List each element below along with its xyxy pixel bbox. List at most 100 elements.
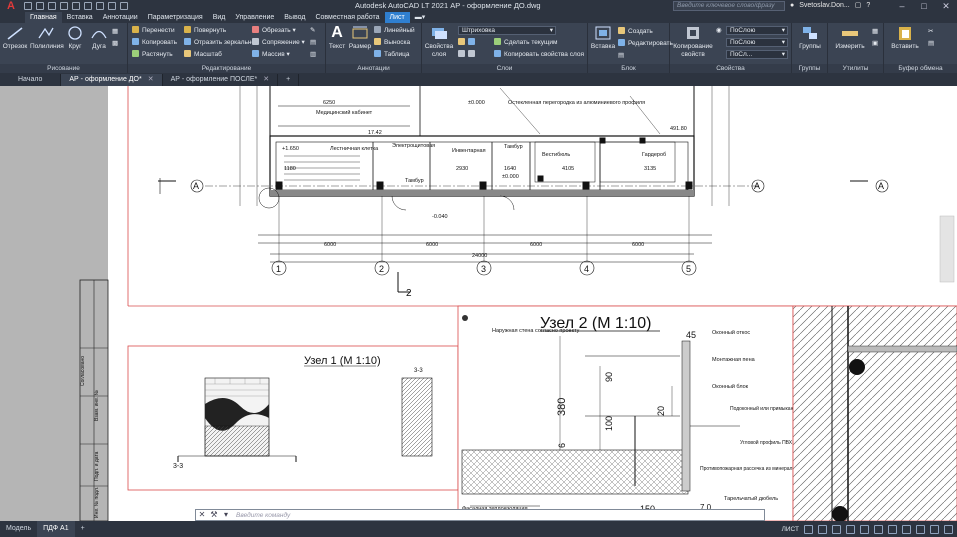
tab-start[interactable]: Начало bbox=[0, 74, 62, 86]
layer-freeze-icon[interactable] bbox=[458, 38, 465, 45]
new-tab-button[interactable]: + bbox=[278, 74, 300, 86]
lineweight-dropdown[interactable]: ПоСл... ▾ bbox=[726, 50, 788, 59]
save-as-icon[interactable] bbox=[60, 2, 68, 10]
annotation-scale-icon[interactable] bbox=[888, 524, 897, 534]
draw-more-icon[interactable]: ▦ bbox=[112, 27, 118, 36]
clipboard-group-title[interactable]: Буфер обмена bbox=[884, 64, 957, 73]
polar-icon[interactable] bbox=[846, 524, 855, 534]
tab-home[interactable]: Главная bbox=[25, 12, 62, 23]
snap-icon[interactable] bbox=[818, 524, 827, 534]
save-icon[interactable] bbox=[48, 2, 56, 10]
polyline-button[interactable]: Полилиния bbox=[30, 25, 64, 51]
undo-icon[interactable] bbox=[96, 2, 104, 10]
group-button[interactable]: Группы bbox=[794, 25, 826, 51]
copy-button[interactable]: Копировать bbox=[132, 38, 177, 47]
open-file-icon[interactable] bbox=[36, 2, 44, 10]
lineweight-icon[interactable] bbox=[874, 524, 883, 534]
create-block-button[interactable]: Создать bbox=[618, 27, 653, 36]
linetype-dropdown[interactable]: ПоСлою ▾ bbox=[726, 38, 788, 47]
redo-icon[interactable] bbox=[108, 2, 116, 10]
add-layout-button[interactable]: + bbox=[75, 521, 91, 537]
layout-mode-label[interactable]: ЛИСТ bbox=[782, 526, 799, 533]
tab-annotate[interactable]: Аннотации bbox=[98, 12, 143, 23]
command-line[interactable]: ✕ ⚒ ▾ Введите команду bbox=[195, 509, 765, 521]
dimension-button[interactable]: Размер bbox=[348, 25, 372, 51]
cloud-icon[interactable] bbox=[72, 2, 80, 10]
paste-button[interactable]: Вставить bbox=[888, 25, 922, 51]
fillet-button[interactable]: Сопряжение ▾ bbox=[252, 38, 305, 47]
move-button[interactable]: Перенести bbox=[132, 26, 175, 35]
cart-icon[interactable]: ▢ bbox=[855, 0, 862, 12]
line-button[interactable]: Отрезок bbox=[2, 25, 28, 51]
offset-icon[interactable]: ▥ bbox=[310, 50, 316, 59]
osnap-icon[interactable] bbox=[860, 524, 869, 534]
modify-group-title[interactable]: Редактирование bbox=[128, 64, 325, 73]
node3-detail[interactable] bbox=[792, 305, 957, 521]
rotate-button[interactable]: Повернуть bbox=[184, 26, 226, 35]
array-button[interactable]: Массив ▾ bbox=[252, 50, 290, 59]
match-layer-button[interactable]: Копировать свойства слоя bbox=[494, 50, 584, 59]
hatch-icon[interactable]: ▩ bbox=[112, 39, 118, 48]
calculator-icon[interactable]: ▦ bbox=[872, 27, 878, 36]
user-menu[interactable]: ● Svetoslav.Don... ▢ ? bbox=[790, 0, 870, 12]
help-icon[interactable]: ? bbox=[866, 0, 870, 12]
layer-isolate-icon[interactable] bbox=[468, 50, 475, 57]
drawing-canvas[interactable]: Согласовано Взам. инв. № Подп. и дата Ин… bbox=[0, 86, 957, 521]
close-icon[interactable]: ✕ bbox=[196, 510, 208, 520]
copy-clip-icon[interactable]: ▤ bbox=[928, 39, 934, 48]
arc-button[interactable]: Дуга bbox=[88, 25, 110, 51]
layer-off-icon[interactable] bbox=[458, 50, 465, 57]
isolate-icon[interactable] bbox=[916, 524, 925, 534]
wrench-icon[interactable]: ⚒ bbox=[208, 510, 220, 520]
close-tab-icon[interactable]: ✕ bbox=[263, 76, 269, 83]
tab-output[interactable]: Вывод bbox=[279, 12, 310, 23]
close-tab-icon[interactable]: ✕ bbox=[148, 76, 154, 83]
tab-insert[interactable]: Вставка bbox=[62, 12, 98, 23]
vertical-scrollbar[interactable] bbox=[939, 215, 955, 283]
floor-plan[interactable] bbox=[158, 86, 868, 293]
user-name[interactable]: Svetoslav.Don... bbox=[799, 0, 849, 12]
minimize-icon[interactable]: – bbox=[891, 0, 913, 12]
tab-manage[interactable]: Управление bbox=[230, 12, 279, 23]
scale-button[interactable]: Масштаб bbox=[184, 50, 222, 59]
select-icon[interactable]: ▣ bbox=[872, 39, 878, 48]
tab-model[interactable]: Модель bbox=[0, 521, 37, 537]
ortho-icon[interactable] bbox=[832, 524, 841, 534]
tab-parametric[interactable]: Параметризация bbox=[143, 12, 208, 23]
properties-group-title[interactable]: Свойства bbox=[670, 64, 791, 73]
measure-button[interactable]: Измерить bbox=[832, 25, 868, 51]
explode-icon[interactable]: ▤ bbox=[310, 38, 316, 47]
layer-properties-button[interactable]: Свойства слоя bbox=[424, 25, 454, 59]
erase-icon[interactable]: ✎ bbox=[310, 26, 315, 35]
workspace-gear-icon[interactable] bbox=[902, 524, 911, 534]
fullscreen-icon[interactable] bbox=[930, 524, 939, 534]
edit-block-button[interactable]: Редактировать bbox=[618, 39, 673, 48]
maximize-icon[interactable]: □ bbox=[913, 0, 935, 12]
layers-group-title[interactable]: Слои bbox=[422, 64, 587, 73]
app-logo-icon[interactable]: A bbox=[0, 0, 22, 12]
mirror-button[interactable]: Отразить зеркально bbox=[184, 38, 255, 47]
stretch-button[interactable]: Растянуть bbox=[132, 50, 173, 59]
draw-group-title[interactable]: Рисование bbox=[0, 64, 127, 73]
ribbon-options-icon[interactable]: ▬▾ bbox=[410, 12, 431, 23]
tab-layout[interactable]: Лист bbox=[384, 12, 410, 23]
block-group-title[interactable]: Блок bbox=[588, 64, 669, 73]
tab-pdf-a1[interactable]: ПДФ А1 bbox=[37, 521, 75, 537]
color-dropdown[interactable]: ПоСлою ▾ bbox=[726, 26, 788, 35]
block-attr-icon[interactable]: ▤ bbox=[618, 51, 624, 60]
recent-commands-icon[interactable]: ▾ bbox=[220, 510, 232, 520]
grid-icon[interactable] bbox=[804, 524, 813, 534]
plot-icon[interactable] bbox=[84, 2, 92, 10]
match-properties-button[interactable]: Копирование свойств bbox=[672, 25, 714, 59]
circle-button[interactable]: Круг bbox=[64, 25, 86, 51]
share-icon[interactable] bbox=[120, 2, 128, 10]
text-button[interactable]: A Текст bbox=[328, 25, 346, 51]
drawing-svg[interactable]: Согласовано Взам. инв. № Подп. и дата Ин… bbox=[0, 86, 957, 521]
tab-file-do[interactable]: АР - оформление ДО* ✕ bbox=[61, 74, 163, 86]
customize-icon[interactable] bbox=[944, 524, 953, 534]
search-input[interactable]: Введите ключевое слово/фразу bbox=[673, 1, 785, 11]
new-file-icon[interactable] bbox=[24, 2, 32, 10]
node1-detail[interactable]: 3-3 3-3 bbox=[173, 368, 433, 470]
groups-group-title[interactable]: Группы bbox=[792, 64, 827, 73]
leader-button[interactable]: Выноска bbox=[374, 38, 410, 47]
